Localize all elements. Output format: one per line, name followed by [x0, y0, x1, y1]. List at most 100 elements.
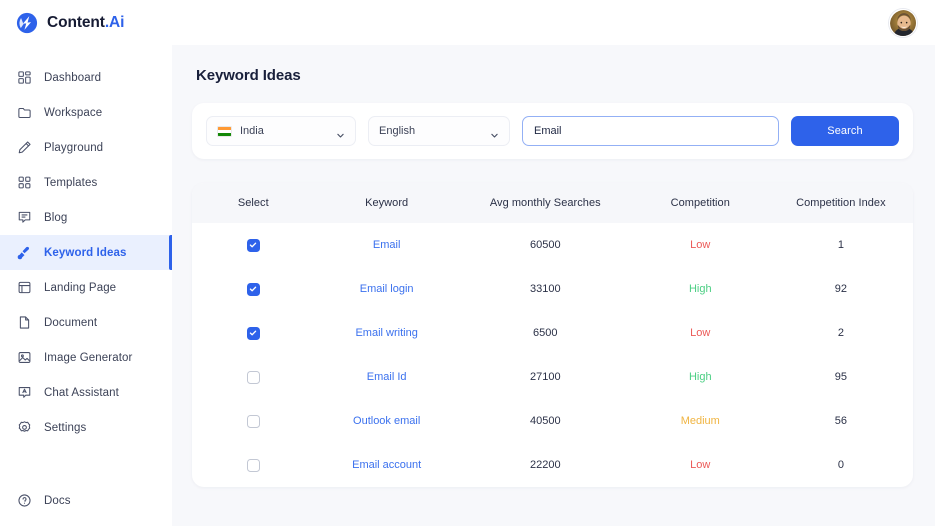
- row-select-cell: [192, 399, 315, 443]
- row-competition-index: 95: [769, 355, 913, 399]
- document-icon: [16, 315, 32, 331]
- row-searches: 27100: [459, 355, 632, 399]
- sidebar-item-keyword-ideas[interactable]: Keyword Ideas: [0, 235, 172, 270]
- main-content: Keyword Ideas India English: [172, 45, 935, 526]
- layout-icon: [16, 280, 32, 296]
- sidebar-spacer: [0, 445, 172, 483]
- table-row[interactable]: Email login33100High92: [192, 267, 913, 311]
- search-card: India English Sea: [192, 103, 913, 159]
- app-root: Content.Ai: [0, 0, 935, 526]
- column-header-competition-index: Competition Index: [769, 183, 913, 223]
- row-competition-index: 56: [769, 399, 913, 443]
- chat-assistant-icon: [16, 385, 32, 401]
- table-row[interactable]: Email account22200Low0: [192, 443, 913, 487]
- folder-icon: [16, 105, 32, 121]
- country-select[interactable]: India: [206, 116, 356, 146]
- sidebar: Dashboard Workspace: [0, 45, 172, 526]
- brand-name-accent: .Ai: [105, 14, 125, 31]
- sidebar-item-chat-assistant[interactable]: Chat Assistant: [0, 375, 172, 410]
- sidebar-item-label: Workspace: [44, 107, 102, 119]
- column-header-keyword: Keyword: [315, 183, 459, 223]
- row-checkbox[interactable]: [247, 239, 260, 252]
- sidebar-item-playground[interactable]: Playground: [0, 130, 172, 165]
- sidebar-item-image-generator[interactable]: Image Generator: [0, 340, 172, 375]
- brand-name-main: Content: [47, 14, 105, 31]
- row-select-cell: [192, 267, 315, 311]
- row-competition-index: 92: [769, 267, 913, 311]
- app-body: Dashboard Workspace: [0, 45, 935, 526]
- row-searches: 60500: [459, 223, 632, 267]
- row-competition-index: 2: [769, 311, 913, 355]
- keyword-search-input[interactable]: [522, 116, 779, 146]
- row-checkbox[interactable]: [247, 283, 260, 296]
- sidebar-item-label: Playground: [44, 142, 103, 154]
- row-checkbox[interactable]: [247, 327, 260, 340]
- key-icon: [16, 245, 32, 261]
- sidebar-nav: Dashboard Workspace: [0, 60, 172, 445]
- sidebar-item-templates[interactable]: Templates: [0, 165, 172, 200]
- brand-logo[interactable]: Content.Ai: [16, 12, 124, 34]
- row-competition: High: [632, 267, 769, 311]
- row-select-cell: [192, 223, 315, 267]
- content-ai-logo-icon: [16, 12, 38, 34]
- sidebar-item-label: Templates: [44, 177, 97, 189]
- row-competition: Low: [632, 443, 769, 487]
- top-bar: Content.Ai: [0, 0, 935, 45]
- sidebar-item-label: Landing Page: [44, 282, 116, 294]
- row-searches: 22200: [459, 443, 632, 487]
- sidebar-item-label: Docs: [44, 495, 71, 507]
- column-header-select: Select: [192, 183, 315, 223]
- sidebar-bottom: Docs: [0, 483, 172, 526]
- four-squares-icon: [16, 175, 32, 191]
- row-keyword[interactable]: Email writing: [315, 311, 459, 355]
- table-header-row: Select Keyword Avg monthly Searches Comp…: [192, 183, 913, 223]
- sidebar-item-label: Dashboard: [44, 72, 101, 84]
- sidebar-item-docs[interactable]: Docs: [0, 483, 172, 518]
- row-checkbox[interactable]: [247, 415, 260, 428]
- table-row[interactable]: Email writing6500Low2: [192, 311, 913, 355]
- sidebar-item-settings[interactable]: Settings: [0, 410, 172, 445]
- row-competition: Low: [632, 223, 769, 267]
- sidebar-item-label: Keyword Ideas: [44, 247, 126, 259]
- dashboard-grid-icon: [16, 70, 32, 86]
- row-searches: 40500: [459, 399, 632, 443]
- row-keyword[interactable]: Email: [315, 223, 459, 267]
- language-select[interactable]: English: [368, 116, 510, 146]
- language-select-label: English: [379, 125, 482, 137]
- sidebar-item-label: Document: [44, 317, 97, 329]
- avatar[interactable]: [889, 9, 917, 37]
- row-keyword[interactable]: Email Id: [315, 355, 459, 399]
- row-keyword[interactable]: Email login: [315, 267, 459, 311]
- table-row[interactable]: Email Id27100High95: [192, 355, 913, 399]
- india-flag-icon: [217, 126, 232, 137]
- help-circle-icon: [16, 493, 32, 509]
- sidebar-item-dashboard[interactable]: Dashboard: [0, 60, 172, 95]
- row-competition: Medium: [632, 399, 769, 443]
- sidebar-item-label: Image Generator: [44, 352, 132, 364]
- row-checkbox[interactable]: [247, 459, 260, 472]
- table-body: Email60500Low1Email login33100High92Emai…: [192, 223, 913, 487]
- row-checkbox[interactable]: [247, 371, 260, 384]
- row-searches: 33100: [459, 267, 632, 311]
- table-row[interactable]: Email60500Low1: [192, 223, 913, 267]
- brand-name: Content.Ai: [47, 14, 124, 32]
- search-button[interactable]: Search: [791, 116, 899, 146]
- page-title: Keyword Ideas: [196, 67, 913, 84]
- row-competition: High: [632, 355, 769, 399]
- keyword-results-table: Select Keyword Avg monthly Searches Comp…: [192, 183, 913, 487]
- sidebar-item-landing-page[interactable]: Landing Page: [0, 270, 172, 305]
- sidebar-item-workspace[interactable]: Workspace: [0, 95, 172, 130]
- message-board-icon: [16, 210, 32, 226]
- row-keyword[interactable]: Email account: [315, 443, 459, 487]
- table-row[interactable]: Outlook email40500Medium56: [192, 399, 913, 443]
- sidebar-item-document[interactable]: Document: [0, 305, 172, 340]
- row-keyword[interactable]: Outlook email: [315, 399, 459, 443]
- chevron-down-icon: [336, 127, 345, 136]
- sidebar-item-blog[interactable]: Blog: [0, 200, 172, 235]
- column-header-searches: Avg monthly Searches: [459, 183, 632, 223]
- row-select-cell: [192, 355, 315, 399]
- row-competition-index: 0: [769, 443, 913, 487]
- sidebar-item-label: Blog: [44, 212, 67, 224]
- row-competition-index: 1: [769, 223, 913, 267]
- pencil-icon: [16, 140, 32, 156]
